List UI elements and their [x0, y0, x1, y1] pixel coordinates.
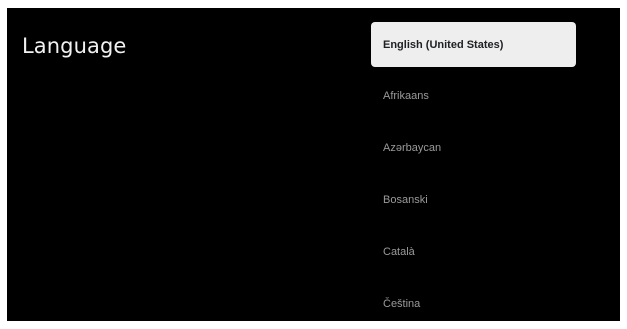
- language-option-afrikaans[interactable]: Afrikaans: [371, 70, 576, 122]
- tv-settings-screen: Language English (United States) Afrikaa…: [7, 8, 620, 321]
- language-option-bosanski[interactable]: Bosanski: [371, 174, 576, 226]
- language-option-catala[interactable]: Català: [371, 226, 576, 278]
- page-title: Language: [22, 34, 127, 58]
- language-list: English (United States) Afrikaans Azərba…: [371, 22, 576, 321]
- language-option-azerbaycan[interactable]: Azərbaycan: [371, 122, 576, 174]
- language-option-english-us[interactable]: English (United States): [371, 22, 576, 67]
- language-option-cestina[interactable]: Čeština: [371, 278, 576, 321]
